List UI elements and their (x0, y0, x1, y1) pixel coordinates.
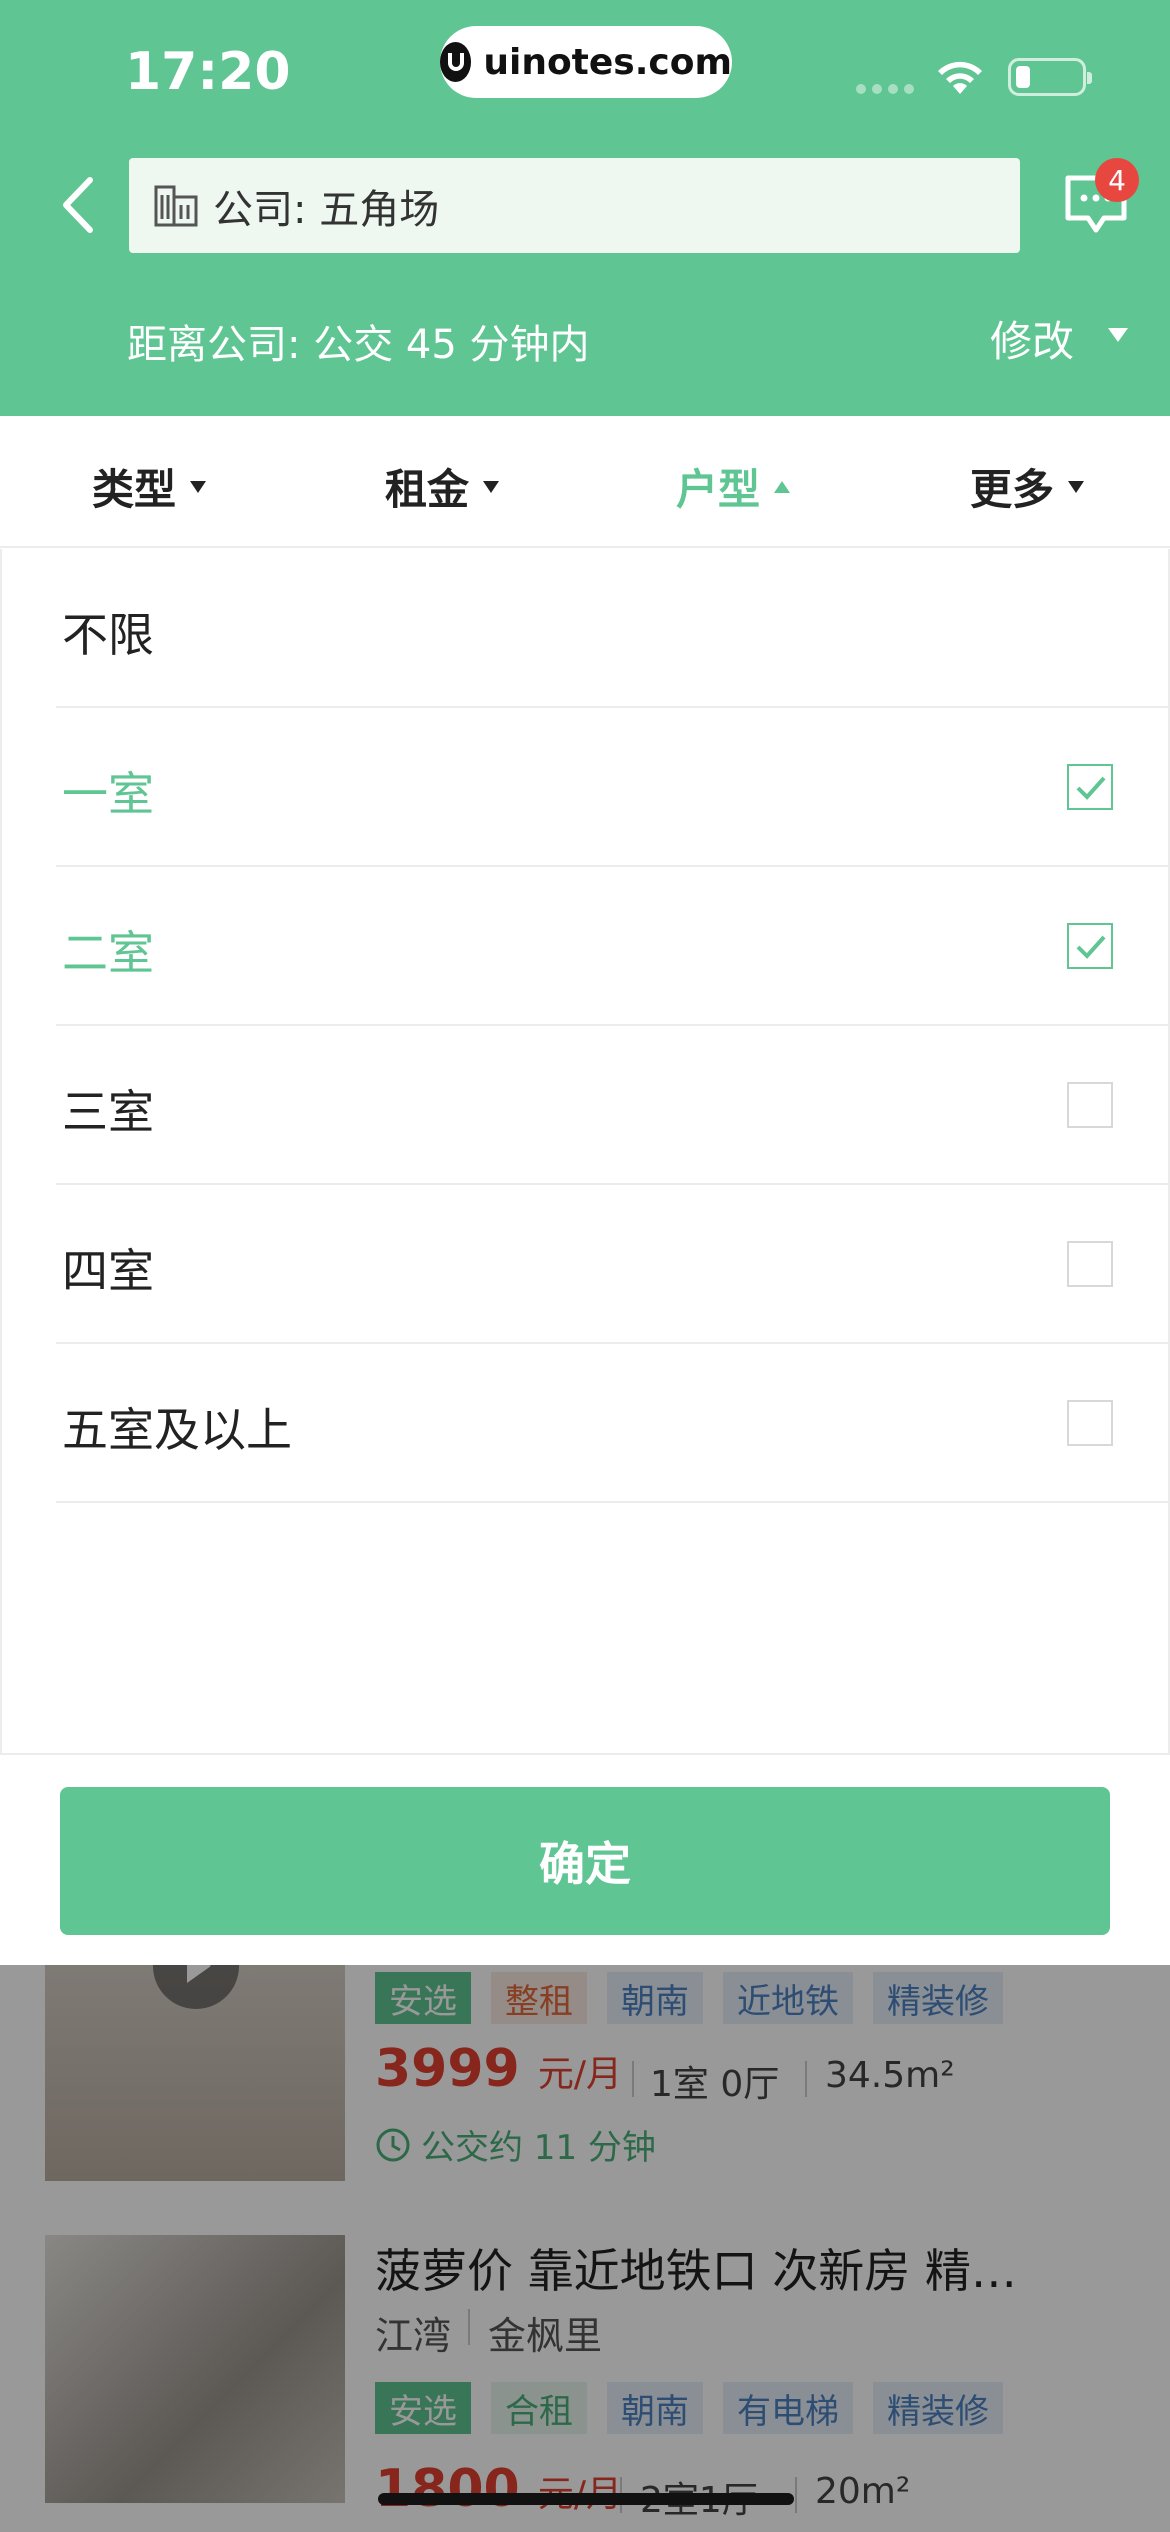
tab-label: 户型 (676, 465, 761, 514)
battery-icon (1008, 58, 1092, 96)
option-three-rooms[interactable]: 三室 (56, 1026, 1170, 1185)
building-icon (154, 185, 198, 226)
checkbox-checked[interactable] (1067, 923, 1113, 969)
tab-type[interactable]: 类型 (92, 456, 207, 517)
back-arrow-icon[interactable] (50, 170, 110, 240)
confirm-area: 确定 (0, 1755, 1170, 1965)
option-label: 三室 (62, 1085, 154, 1139)
filter-tabs: 类型 租金 户型 更多 (0, 416, 1170, 548)
option-label: 四室 (62, 1244, 154, 1298)
checkbox-unchecked[interactable] (1067, 1400, 1113, 1446)
option-two-rooms[interactable]: 二室 (56, 867, 1170, 1026)
option-label: 不限 (62, 608, 154, 662)
option-label: 一室 (62, 767, 154, 821)
checkbox-unchecked[interactable] (1067, 1241, 1113, 1287)
wifi-icon (938, 61, 982, 94)
search-text: 公司: 五角场 (213, 186, 440, 233)
caret-up-icon (774, 480, 791, 493)
listing-background: 安选 整租 朝南 近地铁 精装修 3999 元/月 1室 0厅 34.5m² 公… (0, 1965, 1170, 2532)
option-five-plus-rooms[interactable]: 五室及以上 (56, 1344, 1170, 1503)
caret-down-icon (1068, 480, 1085, 493)
status-time: 17:20 (125, 42, 291, 102)
checkmark-icon (1076, 935, 1106, 959)
message-count-badge: 4 (1095, 158, 1139, 202)
option-four-rooms[interactable]: 四室 (56, 1185, 1170, 1344)
checkmark-icon (1076, 776, 1106, 800)
option-label: 二室 (62, 926, 154, 980)
caret-down-icon (190, 480, 207, 493)
uinotes-logo-icon (440, 42, 472, 82)
url-text: uinotes.com (483, 41, 732, 83)
caret-down-icon (483, 480, 500, 493)
tab-label: 更多 (970, 465, 1055, 514)
caret-down-icon[interactable] (1108, 328, 1128, 342)
cellular-signal-icon (856, 84, 914, 94)
layout-options-panel: 不限 一室 二室 三室 四室 五室及以上 (0, 549, 1170, 1755)
option-unlimited[interactable]: 不限 (56, 549, 1170, 708)
confirm-button[interactable]: 确定 (60, 1787, 1110, 1935)
tab-label: 租金 (385, 465, 470, 514)
tab-rent[interactable]: 租金 (385, 456, 500, 517)
checkbox-checked[interactable] (1067, 764, 1113, 810)
home-indicator[interactable] (378, 2493, 794, 2505)
url-pill[interactable]: uinotes.com (440, 26, 732, 98)
checkbox-unchecked[interactable] (1067, 1082, 1113, 1128)
header: 17:20 uinotes.com 公司: 五角场 4 距离公司: 公交 45 … (0, 0, 1170, 416)
distance-text: 距离公司: 公交 45 分钟内 (127, 322, 590, 368)
option-one-room[interactable]: 一室 (56, 708, 1170, 867)
tab-layout[interactable]: 户型 (676, 456, 791, 517)
company-search-box[interactable]: 公司: 五角场 (129, 158, 1020, 253)
option-label: 五室及以上 (62, 1403, 292, 1457)
tab-label: 类型 (92, 465, 177, 514)
tab-more[interactable]: 更多 (970, 456, 1085, 517)
dim-overlay[interactable] (0, 1965, 1170, 2532)
modify-button[interactable]: 修改 (990, 308, 1074, 369)
